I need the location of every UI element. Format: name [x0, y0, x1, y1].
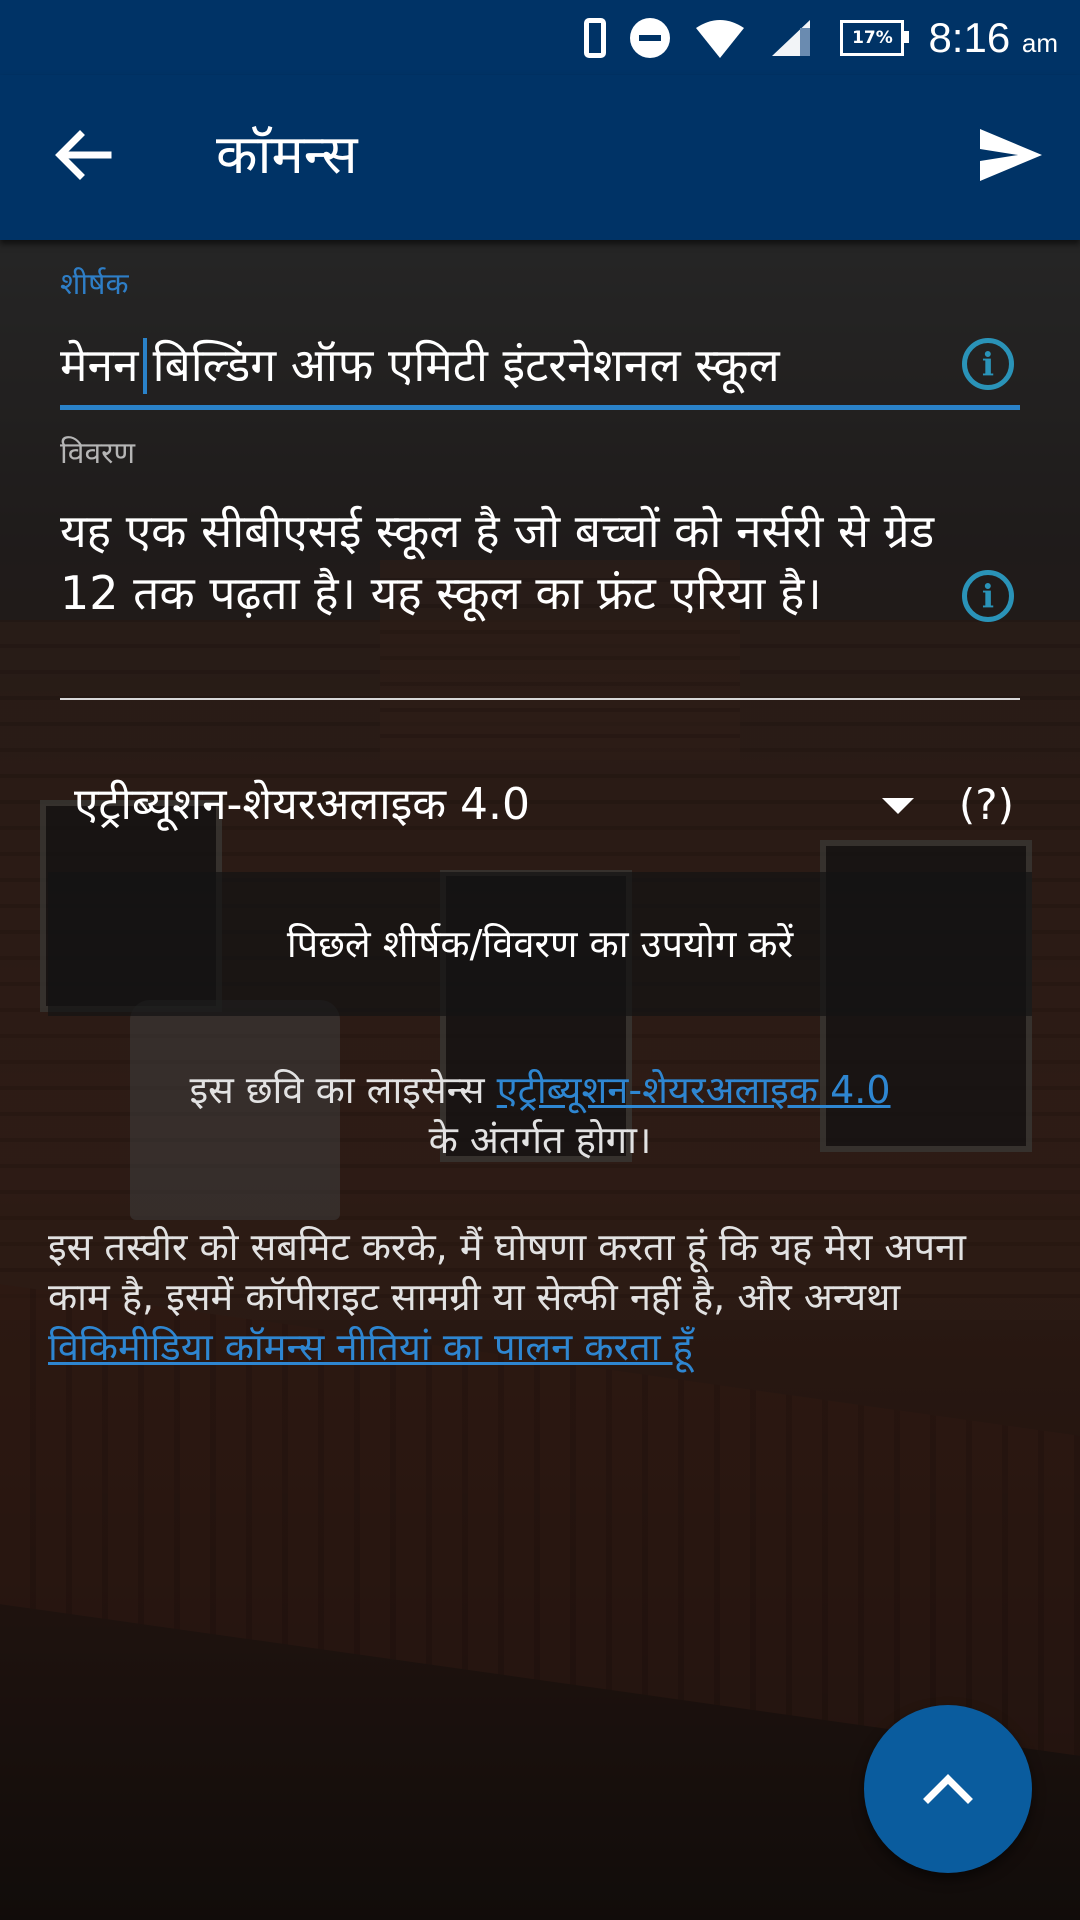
- text-caret: [142, 337, 147, 394]
- battery-icon: 17%: [840, 20, 910, 56]
- back-arrow-icon[interactable]: [52, 125, 112, 185]
- license-row: एट्रीब्यूशन-शेयरअलाइक 4.0 (?): [74, 770, 1014, 840]
- description-info-icon[interactable]: i: [962, 570, 1014, 622]
- scroll-up-fab[interactable]: [864, 1705, 1032, 1873]
- license-link[interactable]: एट्रीब्यूशन-शेयरअलाइक 4.0: [497, 1068, 891, 1112]
- title-label: शीर्षक: [60, 267, 129, 302]
- app-toolbar: कॉमन्स: [0, 75, 1080, 240]
- dropdown-arrow-icon[interactable]: [882, 798, 914, 814]
- license-note-prefix: इस छवि का लाइसेन्स: [189, 1068, 485, 1112]
- wifi-icon: [696, 20, 745, 58]
- use-previous-button[interactable]: पिछले शीर्षक/विवरण का उपयोग करें: [48, 872, 1032, 1016]
- do-not-disturb-icon: [630, 18, 671, 58]
- license-select[interactable]: एट्रीब्यूशन-शेयरअलाइक 4.0: [74, 770, 530, 840]
- status-bar: 17% 8:16 am: [0, 0, 1080, 75]
- send-icon[interactable]: [978, 127, 1044, 183]
- title-info-icon[interactable]: i: [962, 338, 1014, 390]
- chevron-up-icon: [923, 1774, 973, 1804]
- title-text-before-caret: मेनन: [60, 338, 139, 392]
- license-note: इस छवि का लाइसेन्स एट्रीब्यूशन-शेयरअलाइक…: [48, 1065, 1032, 1165]
- description-input[interactable]: यह एक सीबीएसई स्कूल है जो बच्चों को नर्स…: [60, 500, 1020, 700]
- commons-policy-link[interactable]: विकिमीडिया कॉमन्स नीतियां का पालन करता ह…: [48, 1325, 693, 1369]
- title-input[interactable]: मेनन बिल्डिंग ऑफ एमिटी इंटरनेशनल स्कूल: [60, 330, 1020, 410]
- declaration-body: इस तस्वीर को सबमिट करके, मैं घोषणा करता …: [48, 1225, 966, 1319]
- description-text: यह एक सीबीएसई स्कूल है जो बच्चों को नर्स…: [60, 504, 935, 620]
- license-note-suffix: के अंतर्गत होगा।: [428, 1118, 652, 1162]
- license-help-link[interactable]: (?): [959, 770, 1014, 840]
- page-title: कॉमन्स: [216, 123, 358, 186]
- title-text-after-caret: बिल्डिंग ऑफ एमिटी इंटरनेशनल स्कूल: [152, 338, 780, 392]
- clock: 8:16 am: [928, 14, 1058, 61]
- phone-icon: [584, 18, 607, 58]
- declaration-text: इस तस्वीर को सबमिट करके, मैं घोषणा करता …: [48, 1222, 1038, 1372]
- description-label: विवरण: [60, 436, 136, 471]
- signal-icon: [772, 20, 811, 56]
